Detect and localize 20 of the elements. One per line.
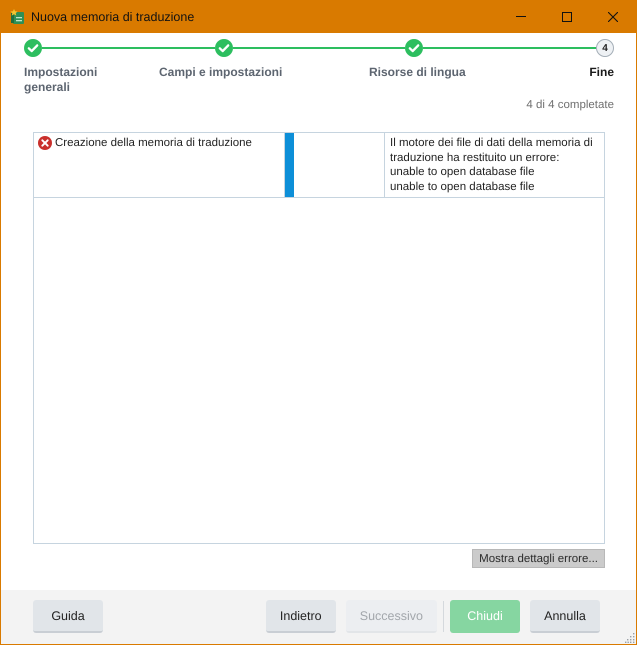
close-icon	[608, 12, 618, 22]
error-details-button[interactable]: Mostra dettagli errore...	[472, 549, 605, 568]
step-label: Risorse di lingua	[368, 65, 466, 81]
window-title: Nuova memoria di traduzione	[31, 10, 194, 24]
help-button[interactable]: Guida	[33, 600, 103, 633]
progress-summary: 4 di 4 completate	[526, 99, 614, 111]
step-label: Impostazioni generali	[24, 65, 98, 95]
action-button[interactable]: Annulla	[530, 600, 600, 633]
step-number: 4	[596, 39, 614, 57]
status-message: Il motore dei file di dati della memoria di traduzione ha restituito un errore: unable to open database file unable to open database file	[390, 136, 594, 194]
error-icon	[38, 136, 52, 150]
step-label: Fine	[589, 65, 614, 81]
resize-grip-icon[interactable]	[625, 633, 635, 643]
task-name: Creazione della memoria di traduzione	[55, 136, 252, 150]
maximize-icon	[562, 12, 572, 22]
minimize-icon	[516, 16, 526, 17]
status-strip-icon	[285, 133, 294, 197]
notebook-icon	[10, 9, 24, 24]
step-label: Campi e impostazioni	[158, 65, 282, 81]
nav-button[interactable]: Indietro	[266, 600, 336, 633]
